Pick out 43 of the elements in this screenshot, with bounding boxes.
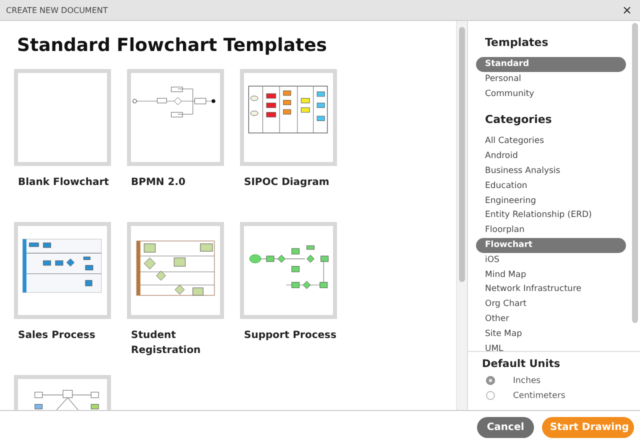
cancel-button[interactable]: Cancel bbox=[477, 417, 534, 438]
sidebar-item[interactable]: Entity Relationship (ERD) bbox=[476, 208, 626, 224]
section-title: Default Units bbox=[482, 358, 562, 370]
template-label[interactable]: SIPOC Diagram bbox=[240, 175, 337, 190]
radio-button[interactable] bbox=[486, 376, 495, 385]
sidebar-item[interactable]: All Categories bbox=[476, 134, 626, 150]
page-heading: Standard Flowchart Templates bbox=[17, 35, 328, 56]
section-title: Categories bbox=[485, 113, 553, 126]
sidebar-item[interactable]: Android bbox=[476, 149, 626, 164]
template-thumbnail[interactable] bbox=[240, 222, 337, 319]
template-label[interactable]: Student Registration bbox=[127, 328, 224, 358]
sidebar-item[interactable]: Business Analysis bbox=[476, 164, 626, 179]
template-thumbnail[interactable] bbox=[127, 69, 224, 166]
sidebar-item[interactable]: Other bbox=[476, 312, 626, 327]
sidebar-item[interactable]: Floorplan bbox=[476, 223, 626, 238]
template-thumbnail[interactable] bbox=[240, 69, 337, 166]
scrollbar-thumb[interactable] bbox=[632, 23, 638, 323]
close-button[interactable]: × bbox=[620, 3, 634, 17]
sidebar-item[interactable]: Org Chart bbox=[476, 297, 626, 312]
sidebar-item[interactable]: Community bbox=[476, 86, 626, 102]
scrollbar-thumb[interactable] bbox=[459, 27, 465, 282]
template-thumbnail[interactable] bbox=[14, 222, 111, 319]
blank-thumbnail[interactable] bbox=[14, 69, 111, 166]
template-label[interactable]: BPMN 2.0 bbox=[127, 175, 224, 190]
template-label[interactable]: Support Process bbox=[240, 328, 337, 343]
window-title: CREATE NEW DOCUMENT bbox=[6, 6, 108, 14]
radio-button[interactable] bbox=[486, 391, 495, 400]
template-label[interactable]: Blank Flowchart bbox=[14, 175, 111, 190]
sidebar-item[interactable]: iOS bbox=[476, 252, 626, 268]
template-label[interactable]: Sales Process bbox=[14, 328, 111, 343]
section-title: Templates bbox=[485, 36, 550, 49]
sidebar-item[interactable]: Engineering bbox=[476, 194, 626, 208]
unit-option[interactable]: Inches bbox=[482, 373, 541, 388]
sidebar-item[interactable]: Mind Map bbox=[476, 268, 626, 282]
sidebar-item[interactable]: Personal bbox=[476, 72, 626, 87]
sidebar-item[interactable]: Flowchart bbox=[476, 238, 626, 253]
sidebar-item[interactable]: Network Infrastructure bbox=[476, 282, 626, 298]
unit-option[interactable]: Centimeters bbox=[482, 388, 566, 403]
sidebar-item[interactable]: UML bbox=[476, 342, 626, 351]
sidebar-item[interactable]: Site Map bbox=[476, 326, 626, 342]
template-thumbnail[interactable] bbox=[127, 222, 224, 319]
sidebar-item[interactable]: Standard bbox=[476, 57, 626, 72]
sidebar-item[interactable]: Education bbox=[476, 178, 626, 194]
